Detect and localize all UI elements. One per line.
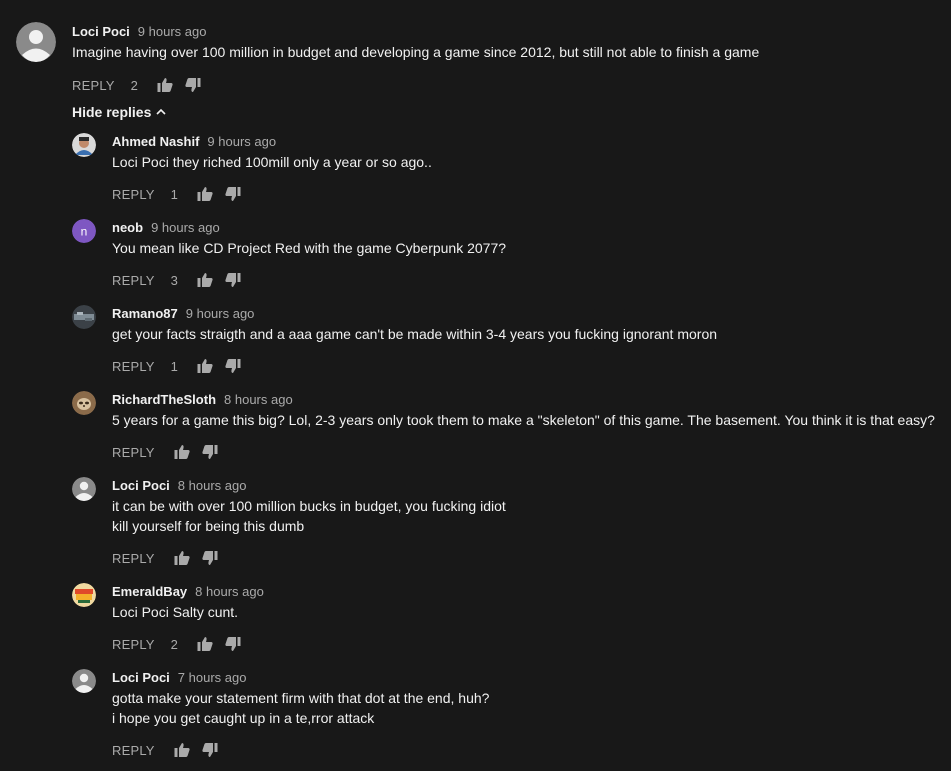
like-count: 3 bbox=[170, 272, 178, 288]
comment-author[interactable]: EmeraldBay bbox=[112, 584, 187, 599]
like-count: 2 bbox=[130, 77, 138, 93]
comment-text: it can be with over 100 million bucks in… bbox=[112, 496, 506, 536]
comment-timestamp[interactable]: 9 hours ago bbox=[151, 220, 220, 235]
photo-avatar-icon[interactable] bbox=[72, 133, 96, 157]
comment-thread: Loci Poci 9 hours ago Imagine having ove… bbox=[0, 0, 951, 771]
thumbs-down-icon[interactable] bbox=[201, 443, 219, 461]
comment-text: gotta make your statement firm with that… bbox=[112, 688, 489, 728]
avatar-letter: n bbox=[81, 225, 88, 239]
comment-author[interactable]: neob bbox=[112, 220, 143, 235]
comment-actions: REPLY bbox=[112, 740, 219, 760]
thumbs-up-icon[interactable] bbox=[173, 443, 191, 461]
comment-line: i hope you get caught up in a te,rror at… bbox=[112, 710, 375, 726]
reply-avatar-wrap bbox=[72, 305, 96, 329]
comment-actions: REPLY 3 bbox=[112, 270, 242, 290]
thumbs-down-icon[interactable] bbox=[224, 357, 242, 375]
thumbs-up-icon[interactable] bbox=[173, 741, 191, 759]
comment-author[interactable]: Loci Poci bbox=[72, 24, 130, 39]
comment-timestamp[interactable]: 9 hours ago bbox=[207, 134, 276, 149]
comment-timestamp[interactable]: 9 hours ago bbox=[186, 306, 255, 321]
comment-text: 5 years for a game this big? Lol, 2-3 ye… bbox=[112, 412, 935, 428]
comment-text: get your facts straigth and a aaa game c… bbox=[112, 326, 718, 342]
default-avatar-icon[interactable] bbox=[72, 477, 96, 501]
reply-avatar-wrap bbox=[72, 477, 96, 501]
photo-avatar-icon[interactable] bbox=[72, 305, 96, 329]
comment-timestamp[interactable]: 8 hours ago bbox=[178, 478, 247, 493]
reply-button[interactable]: REPLY bbox=[112, 187, 155, 202]
comment-line: it can be with over 100 million bucks in… bbox=[112, 498, 506, 514]
reply-body: RichardTheSloth 8 hours ago 5 years for … bbox=[112, 392, 935, 430]
thumbs-up-icon[interactable] bbox=[196, 271, 214, 289]
comment-timestamp[interactable]: 7 hours ago bbox=[178, 670, 247, 685]
reply-button[interactable]: REPLY bbox=[112, 445, 155, 460]
reply-button[interactable]: REPLY bbox=[112, 273, 155, 288]
hide-replies-label: Hide replies bbox=[72, 104, 152, 120]
thumbs-down-icon[interactable] bbox=[201, 549, 219, 567]
comment-timestamp[interactable]: 8 hours ago bbox=[224, 392, 293, 407]
comment-author[interactable]: Loci Poci bbox=[112, 670, 170, 685]
comment-text: Loci Poci they riched 100mill only a yea… bbox=[112, 154, 432, 170]
comment-author[interactable]: RichardTheSloth bbox=[112, 392, 216, 407]
thumbs-down-icon[interactable] bbox=[184, 76, 202, 94]
reply-button[interactable]: REPLY bbox=[112, 359, 155, 374]
default-avatar-icon[interactable] bbox=[16, 22, 56, 62]
reply-avatar-wrap bbox=[72, 583, 96, 607]
thumbs-down-icon[interactable] bbox=[224, 185, 242, 203]
top-comment bbox=[16, 22, 56, 62]
reply-body: Ramano87 9 hours ago get your facts stra… bbox=[112, 306, 717, 344]
comment-actions: REPLY 1 bbox=[112, 356, 242, 376]
reply-button[interactable]: REPLY bbox=[112, 637, 155, 652]
comment-actions: REPLY 1 bbox=[112, 184, 242, 204]
reply-body: Ahmed Nashif 9 hours ago Loci Poci they … bbox=[112, 134, 432, 172]
reply-avatar-wrap bbox=[72, 391, 96, 415]
thumbs-up-icon[interactable] bbox=[156, 76, 174, 94]
like-count: 1 bbox=[170, 358, 178, 374]
comment-line: kill yourself for being this dumb bbox=[112, 518, 305, 534]
like-count: 2 bbox=[170, 636, 178, 652]
reply-avatar-wrap: n bbox=[72, 219, 96, 243]
comment-actions: REPLY 2 bbox=[112, 634, 242, 654]
thumbs-up-icon[interactable] bbox=[196, 357, 214, 375]
reply-body: Loci Poci 7 hours ago gotta make your st… bbox=[112, 670, 489, 728]
comment-line: gotta make your statement firm with that… bbox=[112, 690, 490, 706]
comment-text: Loci Poci Salty cunt. bbox=[112, 604, 239, 620]
reply-button[interactable]: REPLY bbox=[112, 743, 155, 758]
top-comment-body: Loci Poci 9 hours ago Imagine having ove… bbox=[72, 24, 759, 62]
comment-timestamp[interactable]: 8 hours ago bbox=[195, 584, 264, 599]
comment-author[interactable]: Loci Poci bbox=[112, 478, 170, 493]
sloth-avatar-icon[interactable] bbox=[72, 391, 96, 415]
like-count: 1 bbox=[170, 186, 178, 202]
reply-body: EmeraldBay 8 hours ago Loci Poci Salty c… bbox=[112, 584, 264, 622]
reply-button[interactable]: REPLY bbox=[72, 78, 115, 93]
default-avatar-icon[interactable] bbox=[72, 669, 96, 693]
thumbs-up-icon[interactable] bbox=[196, 635, 214, 653]
comment-actions: REPLY bbox=[112, 442, 219, 462]
hide-replies-button[interactable]: Hide replies bbox=[72, 104, 167, 120]
photo-avatar-icon[interactable] bbox=[72, 583, 96, 607]
comment-actions: REPLY bbox=[112, 548, 219, 568]
reply-button[interactable]: REPLY bbox=[112, 551, 155, 566]
comment-timestamp[interactable]: 9 hours ago bbox=[138, 24, 207, 39]
chevron-up-icon bbox=[155, 106, 167, 118]
comment-author[interactable]: Ahmed Nashif bbox=[112, 134, 199, 149]
thumbs-down-icon[interactable] bbox=[201, 741, 219, 759]
thumbs-up-icon[interactable] bbox=[173, 549, 191, 567]
comment-text: Imagine having over 100 million in budge… bbox=[72, 44, 760, 60]
thumbs-up-icon[interactable] bbox=[196, 185, 214, 203]
reply-avatar-wrap bbox=[72, 669, 96, 693]
reply-avatar-wrap bbox=[72, 133, 96, 157]
thumbs-down-icon[interactable] bbox=[224, 271, 242, 289]
comment-actions: REPLY 2 bbox=[72, 75, 202, 95]
reply-body: neob 9 hours ago You mean like CD Projec… bbox=[112, 220, 506, 258]
comment-text: You mean like CD Project Red with the ga… bbox=[112, 240, 507, 256]
letter-avatar-icon[interactable]: n bbox=[72, 219, 96, 243]
reply-body: Loci Poci 8 hours ago it can be with ove… bbox=[112, 478, 506, 536]
comment-author[interactable]: Ramano87 bbox=[112, 306, 178, 321]
thumbs-down-icon[interactable] bbox=[224, 635, 242, 653]
